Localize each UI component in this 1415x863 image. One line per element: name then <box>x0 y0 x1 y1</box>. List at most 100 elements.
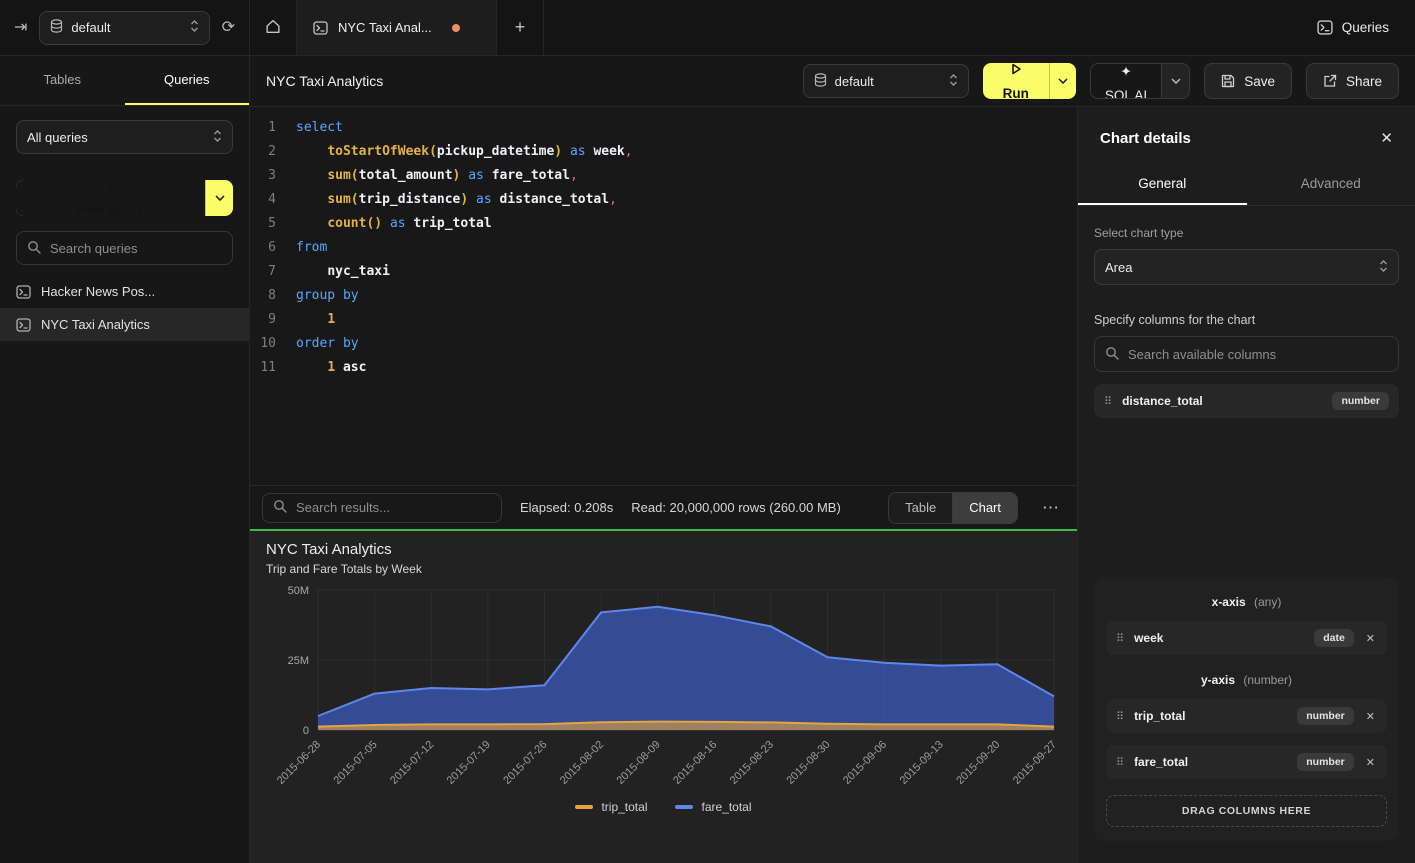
svg-text:2015-07-12: 2015-07-12 <box>388 739 436 787</box>
legend-label: fare_total <box>701 800 751 814</box>
code-line: 3 sum(total_amount) as fare_total, <box>250 164 1077 188</box>
remove-icon[interactable]: ✕ <box>1364 754 1377 771</box>
y-axis-heading: y-axis (number) <box>1106 673 1387 687</box>
chart-subtitle: Trip and Fare Totals by Week <box>266 562 1061 576</box>
code-line: 6from <box>250 236 1077 260</box>
code-line: 4 sum(trip_distance) as distance_total, <box>250 188 1077 212</box>
legend-item-trip_total[interactable]: trip_total <box>575 800 647 814</box>
panel-tab-general[interactable]: General <box>1078 163 1247 205</box>
save-button[interactable]: Save <box>1204 63 1292 99</box>
query-search-input[interactable] <box>50 241 222 256</box>
y-axis-title: y-axis <box>1201 673 1235 687</box>
query-icon <box>16 285 31 299</box>
chevron-updown-icon <box>213 129 222 146</box>
refresh-icon[interactable]: ⟳ <box>222 20 235 36</box>
column-name: fare_total <box>1134 755 1287 769</box>
database-icon <box>814 73 827 90</box>
save-button-label: Save <box>1244 74 1275 89</box>
remove-icon[interactable]: ✕ <box>1364 708 1377 725</box>
column-type-badge: number <box>1297 707 1354 725</box>
svg-text:2015-09-13: 2015-09-13 <box>898 739 946 787</box>
play-icon <box>1010 63 1022 78</box>
new-query-button[interactable]: + New query <box>16 180 233 216</box>
new-query-dropdown[interactable] <box>205 180 233 216</box>
chart-type-select[interactable]: Area <box>1094 249 1399 285</box>
sql-ai-dropdown[interactable] <box>1161 64 1189 98</box>
view-toggle-chart[interactable]: Chart <box>952 493 1017 523</box>
query-list: Hacker News Pos... NYC Taxi Analytics <box>0 275 249 341</box>
drag-handle-icon[interactable]: ⠿ <box>1104 395 1112 408</box>
results-search-input[interactable] <box>296 500 491 515</box>
chevron-updown-icon <box>190 19 199 36</box>
available-column-distance-total[interactable]: ⠿ distance_total number <box>1094 384 1399 418</box>
database-icon <box>50 19 63 36</box>
more-options-icon[interactable]: ⋯ <box>1036 498 1065 518</box>
new-query-button-main[interactable]: + New query <box>16 180 205 216</box>
sql-ai-button[interactable]: ✦ SQL AI <box>1090 63 1190 99</box>
y-axis-column-fare-total[interactable]: ⠿ fare_total number ✕ <box>1106 745 1387 779</box>
line-number: 5 <box>250 212 296 236</box>
code-line: 11 1 asc <box>250 356 1077 380</box>
query-filter-select[interactable]: All queries <box>16 120 233 154</box>
query-tab-nyc-taxi[interactable]: NYC Taxi Anal... <box>297 0 497 55</box>
drag-handle-icon[interactable]: ⠿ <box>1116 710 1124 723</box>
sidebar-collapse-icon[interactable]: ⇥ <box>14 20 27 36</box>
column-name: trip_total <box>1134 709 1287 723</box>
code-line: 9 1 <box>250 308 1077 332</box>
share-button[interactable]: Share <box>1306 63 1399 99</box>
columns-search-input[interactable] <box>1128 347 1388 362</box>
header-database-selector[interactable]: default <box>803 64 969 98</box>
run-dropdown[interactable] <box>1049 63 1076 99</box>
svg-text:2015-09-27: 2015-09-27 <box>1011 739 1059 787</box>
query-list-item-hacker-news[interactable]: Hacker News Pos... <box>0 275 249 308</box>
panel-tab-advanced[interactable]: Advanced <box>1247 163 1415 205</box>
query-search[interactable] <box>16 231 233 265</box>
body: Tables Queries All queries + New query <box>0 56 1415 863</box>
line-number: 8 <box>250 284 296 308</box>
code-line: 5 count() as trip_total <box>250 212 1077 236</box>
line-number: 4 <box>250 188 296 212</box>
new-tab-button[interactable]: + <box>497 0 544 55</box>
query-item-label: Hacker News Pos... <box>41 284 155 299</box>
line-number: 1 <box>250 116 296 140</box>
sidebar-tab-queries[interactable]: Queries <box>125 56 250 105</box>
topbar-database-selector[interactable]: default <box>39 11 209 45</box>
x-axis-title: x-axis <box>1212 595 1246 609</box>
area-chart: 025M50M2015-06-282015-07-052015-07-12201… <box>266 584 1062 796</box>
chevron-updown-icon <box>949 73 958 90</box>
sidebar-tab-tables[interactable]: Tables <box>0 56 125 105</box>
svg-text:2015-07-05: 2015-07-05 <box>331 739 379 787</box>
topbar-spacer <box>544 0 1305 55</box>
topbar: ⇥ default ⟳ NYC <box>0 0 1415 56</box>
queries-button[interactable]: Queries <box>1305 0 1415 55</box>
drag-handle-icon[interactable]: ⠿ <box>1116 632 1124 645</box>
rows-read: Read: 20,000,000 rows (260.00 MB) <box>631 500 841 515</box>
home-tab[interactable] <box>250 0 297 55</box>
legend-label: trip_total <box>601 800 647 814</box>
run-button[interactable]: Run <box>983 63 1076 99</box>
query-filter-value: All queries <box>27 130 205 145</box>
chevron-updown-icon <box>1379 259 1388 276</box>
columns-search[interactable] <box>1094 336 1399 372</box>
results-search[interactable] <box>262 493 502 523</box>
y-axis-column-trip-total[interactable]: ⠿ trip_total number ✕ <box>1106 699 1387 733</box>
run-button-main[interactable]: Run <box>983 63 1049 99</box>
legend-swatch <box>675 805 693 809</box>
column-type-badge: number <box>1332 392 1389 410</box>
chart-title: NYC Taxi Analytics <box>266 541 1061 558</box>
main-header: NYC Taxi Analytics default <box>250 56 1415 107</box>
x-axis-column-week[interactable]: ⠿ week date ✕ <box>1106 621 1387 655</box>
view-toggle-table[interactable]: Table <box>889 493 952 523</box>
legend-item-fare_total[interactable]: fare_total <box>675 800 751 814</box>
sql-ai-button-main[interactable]: ✦ SQL AI <box>1091 64 1161 98</box>
remove-icon[interactable]: ✕ <box>1364 630 1377 647</box>
chart-type-value: Area <box>1105 260 1371 275</box>
close-icon[interactable]: ✕ <box>1380 129 1393 147</box>
line-number: 2 <box>250 140 296 164</box>
drag-handle-icon[interactable]: ⠿ <box>1116 756 1124 769</box>
drag-columns-drop-zone[interactable]: DRAG COLUMNS HERE <box>1106 795 1387 827</box>
sql-editor[interactable]: 1select2 toStartOfWeek(pickup_datetime) … <box>250 107 1077 485</box>
tabstrip: NYC Taxi Anal... + <box>250 0 544 55</box>
query-list-item-nyc-taxi[interactable]: NYC Taxi Analytics <box>0 308 249 341</box>
x-axis-group: x-axis (any) ⠿ week date ✕ <box>1106 595 1387 655</box>
